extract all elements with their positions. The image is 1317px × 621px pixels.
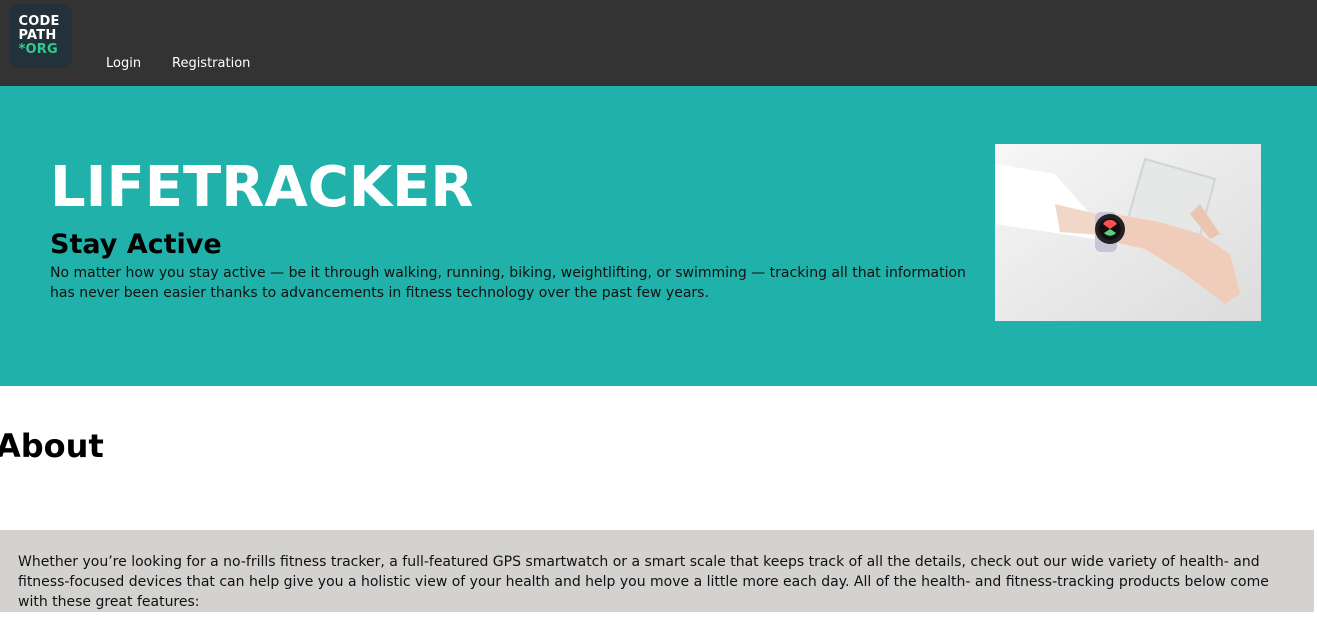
hero-banner: LIFETRACKER Stay Active No matter how yo… [0,86,1317,386]
nav-login-link[interactable]: Login [106,56,141,71]
smartwatch-photo [995,144,1261,321]
navbar: CODE PATH *ORG Login Registration [0,0,1317,86]
about-section: Whether you’re looking for a no-frills f… [0,530,1314,612]
about-description: Whether you’re looking for a no-frills f… [18,554,1269,610]
about-heading: About [0,427,104,465]
logo-line-3: *ORG [18,42,58,57]
hero-description: No matter how you stay active — be it th… [50,265,966,301]
hero-subtitle: Stay Active [50,229,222,260]
codepath-logo[interactable]: CODE PATH *ORG [9,4,72,68]
logo-line-2: PATH [18,28,57,43]
nav-registration-link[interactable]: Registration [172,56,250,71]
hero-title: LIFETRACKER [50,155,474,220]
logo-line-1: CODE [18,14,60,29]
